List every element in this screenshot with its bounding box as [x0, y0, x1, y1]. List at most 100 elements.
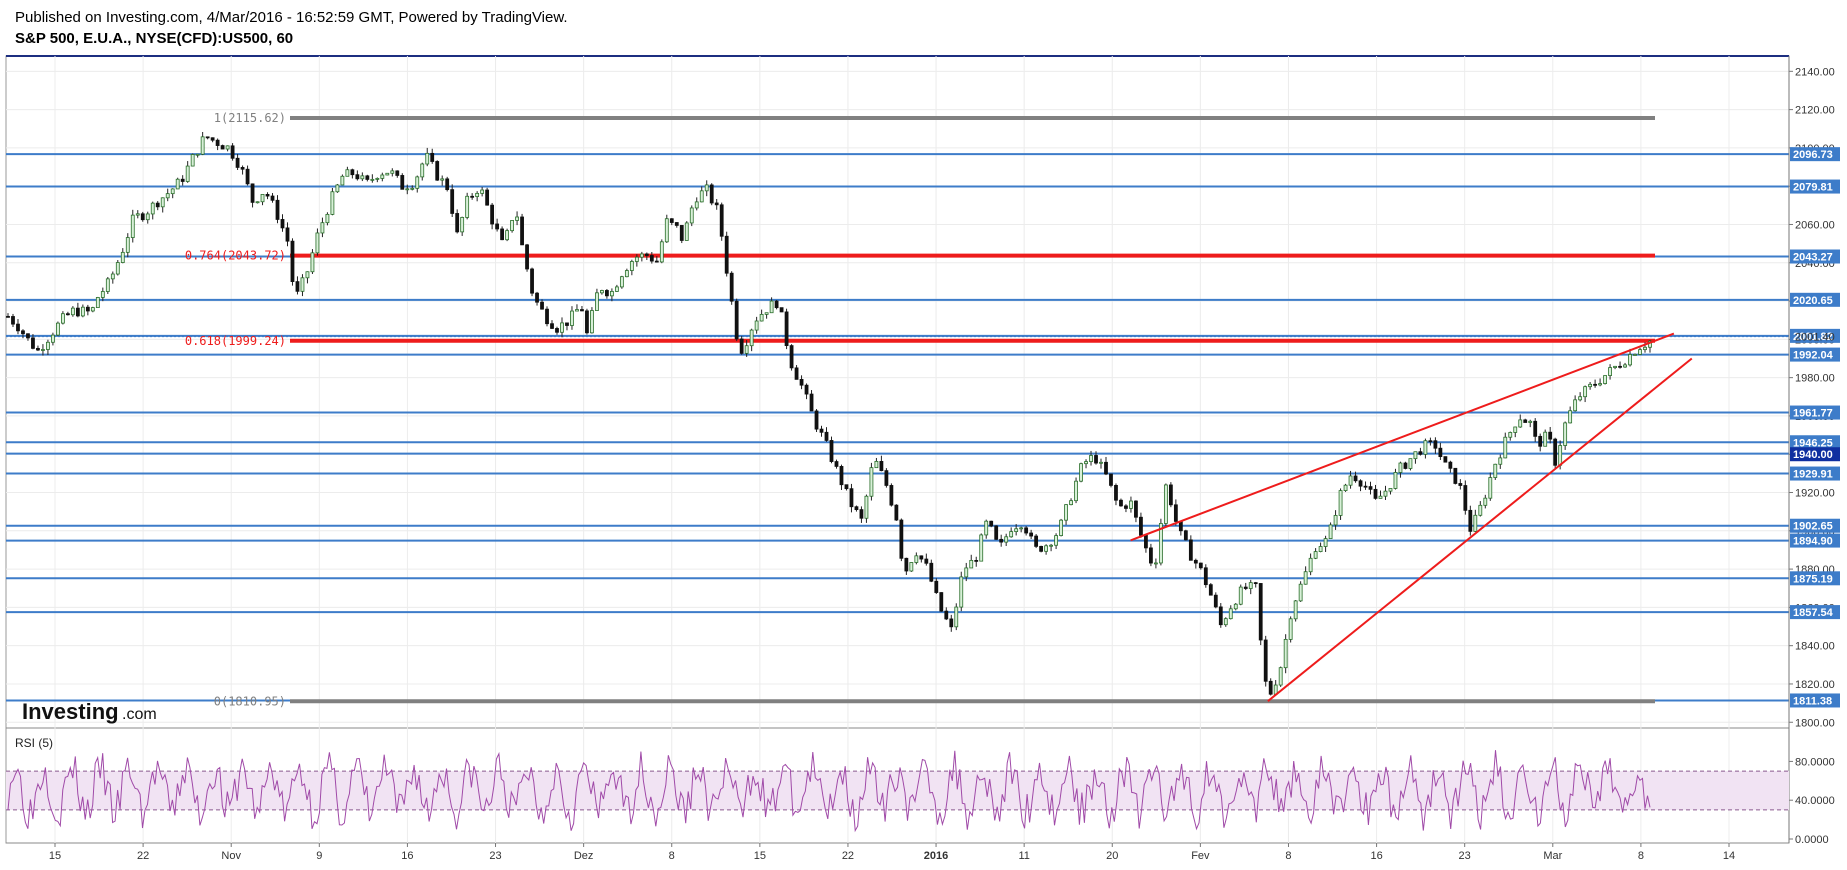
level-price-label: 1875.19 — [1793, 573, 1833, 585]
candle-body — [749, 329, 754, 347]
candle-body — [1438, 447, 1443, 458]
level-price-label: 2043.27 — [1793, 252, 1833, 264]
candle-body — [90, 307, 95, 312]
candle-body — [1333, 515, 1338, 526]
candle-body — [1029, 532, 1034, 537]
candle-body — [165, 193, 170, 199]
candle-body — [1503, 436, 1508, 459]
candle-body — [325, 213, 330, 224]
candle-body — [1418, 451, 1423, 455]
candle-body — [1054, 535, 1058, 546]
candle-body — [1413, 451, 1418, 460]
candle-body — [350, 169, 355, 176]
time-tick-label: 11 — [1018, 850, 1029, 862]
candle-body — [46, 341, 50, 350]
candle-body — [1593, 383, 1598, 386]
rsi-label: RSI (5) — [15, 736, 53, 750]
candle-body — [1039, 545, 1044, 552]
candle-body — [704, 184, 709, 192]
candle-body — [425, 152, 430, 165]
candle-body — [1099, 461, 1103, 464]
candle-body — [515, 216, 519, 221]
candle-body — [954, 606, 959, 628]
fib-label: 0.618(1999.24) — [185, 334, 286, 348]
candle-body — [1383, 490, 1388, 497]
candle-body — [160, 197, 165, 208]
candle-body — [125, 237, 130, 253]
candle-body — [1263, 639, 1268, 682]
candle-body — [1373, 488, 1378, 499]
candle-body — [250, 183, 255, 203]
candle-body — [460, 217, 465, 233]
candle-body — [684, 222, 689, 241]
candle-body — [1278, 667, 1283, 686]
candle-body — [809, 393, 814, 412]
candle-body — [824, 431, 829, 441]
candle-body — [1498, 457, 1503, 465]
candle-body — [545, 308, 549, 325]
candle-body — [1208, 584, 1213, 596]
plot-border — [5, 55, 1790, 844]
chart-frame — [5, 55, 1790, 844]
candle-body — [1618, 365, 1622, 368]
candle-body — [884, 470, 889, 486]
candle-body — [1483, 497, 1488, 506]
candle-body — [774, 300, 779, 309]
candle-body — [36, 347, 40, 351]
time-tick-label: Fev — [1191, 850, 1210, 862]
time-tick-label: 23 — [1459, 850, 1471, 862]
candle-body — [904, 557, 909, 572]
candle-body — [864, 495, 869, 519]
candle-body — [1079, 463, 1083, 482]
candle-body — [989, 520, 994, 527]
candle-body — [1423, 440, 1428, 455]
chart-canvas[interactable]: 1(2115.62) 0.764(2043.72) 0.618(1999.24) 0(… — [0, 0, 1847, 870]
candle-body — [719, 204, 724, 237]
candle-body — [1188, 539, 1193, 561]
rsi-tick-label: 0.0000 — [1795, 834, 1829, 846]
candle-body — [135, 213, 140, 216]
candle-body — [1573, 399, 1578, 412]
candle-body — [799, 378, 804, 386]
candle-body — [1173, 504, 1178, 522]
candle-body — [155, 202, 160, 208]
price-axis[interactable]: 1800.001820.001840.001860.001880.001900.… — [1788, 56, 1840, 843]
candle-body — [360, 175, 365, 180]
candle-body — [345, 169, 350, 177]
rsi-tick-label: 80.0000 — [1795, 756, 1835, 768]
candle-body — [130, 214, 135, 238]
candle-body — [1553, 438, 1558, 466]
candle-body — [1583, 386, 1588, 398]
candle-body — [1288, 618, 1293, 640]
candle-body — [1548, 431, 1553, 440]
candle-body — [605, 290, 609, 297]
candle-body — [140, 213, 145, 221]
candle-body — [1198, 562, 1203, 569]
candle-body — [1024, 527, 1029, 534]
candle-body — [335, 184, 340, 193]
candle-body — [80, 306, 85, 317]
candle-body — [699, 190, 704, 203]
time-tick-label: 8 — [1285, 850, 1291, 862]
candle-body — [744, 345, 749, 354]
candle-body — [1034, 535, 1039, 547]
candle-body — [1533, 420, 1538, 437]
candle-body — [455, 213, 460, 233]
candle-body — [919, 555, 924, 560]
candle-body — [170, 188, 175, 195]
level-price-label: 1902.65 — [1793, 521, 1833, 533]
candle-body — [844, 484, 849, 490]
candle-body — [994, 525, 999, 540]
candle-body — [879, 460, 884, 472]
candle-body — [1218, 606, 1223, 626]
candle-body — [500, 228, 504, 241]
time-axis[interactable]: 15 22 Nov 9 16 23 Dez 8 15 22 2016 11 20 Fev 8 16 23 Mar 8… — [49, 843, 1735, 862]
level-price-label: 1992.04 — [1793, 350, 1834, 362]
candle-body — [1303, 571, 1308, 585]
candle-body — [1528, 420, 1533, 423]
candle-body — [1308, 557, 1313, 573]
candle-body — [115, 262, 120, 275]
candle-body — [999, 538, 1004, 543]
candle-body — [1578, 396, 1583, 401]
time-tick-label: 8 — [1638, 850, 1644, 862]
